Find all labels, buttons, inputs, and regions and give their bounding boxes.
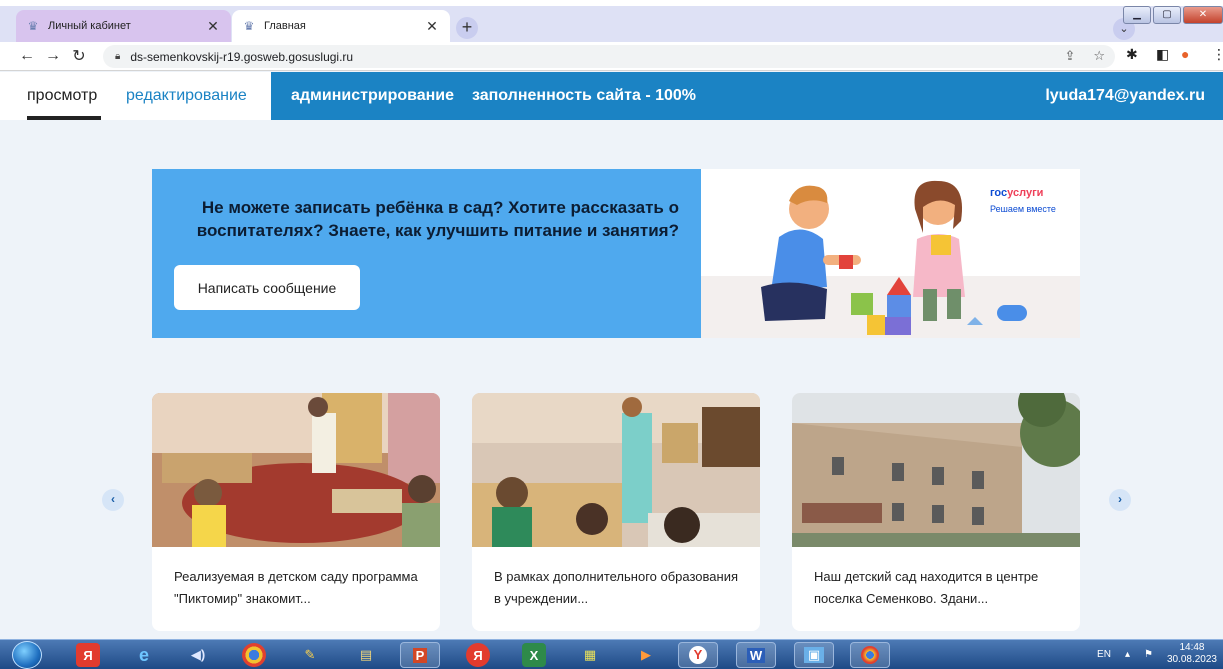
clock-time: 14:48 (1179, 642, 1205, 653)
user-account-link[interactable]: lyuda174@yandex.ru (1045, 87, 1205, 105)
site-admin-bar: просмотр редактирование администрировани… (0, 72, 1223, 120)
forward-icon[interactable]: → (40, 47, 66, 65)
tab-main[interactable]: ♛ Главная ✕ (232, 10, 450, 42)
window-controls: ▁ ▢ ✕ (1123, 6, 1223, 28)
action-center-flag-icon[interactable]: ⚑ (1144, 649, 1153, 660)
winrar-icon[interactable]: ▦ (578, 643, 602, 667)
news-card[interactable]: В рамках дополнительного образования в у… (472, 393, 760, 631)
news-card[interactable]: Реализуемая в детском саду программа "Пи… (152, 393, 440, 631)
close-tab-icon[interactable]: ✕ (424, 18, 440, 35)
clock-date: 30.08.2023 (1166, 654, 1217, 665)
tab-title: Личный кабинет (48, 20, 131, 32)
coat-of-arms-icon: ♛ (27, 19, 39, 33)
side-panel-icon[interactable]: ◧ (1156, 46, 1169, 63)
media-player-icon[interactable]: ◀) (186, 643, 210, 667)
paint-icon[interactable]: ✎ (298, 643, 322, 667)
powerpoint-icon[interactable]: P (400, 642, 440, 668)
extensions-icon[interactable]: ✱ (1126, 46, 1138, 63)
word-icon[interactable]: W (736, 642, 776, 668)
banner-text-panel: Не можете записать ребёнка в сад? Хотите… (152, 169, 701, 338)
tab-title: Главная (264, 20, 306, 32)
excel-icon[interactable]: X (522, 643, 546, 667)
file-explorer-icon[interactable]: ▤ (354, 643, 378, 667)
gosuslugi-tagline: Решаем вместе (990, 204, 1056, 214)
administration-link[interactable]: администрирование (291, 87, 454, 105)
url-text: ds-semenkovskij-r19.gosweb.gosuslugi.ru (130, 49, 354, 64)
banner-text: Не можете записать ребёнка в сад? Хотите… (196, 198, 679, 240)
gosuslugi-logo: госуслуги (990, 187, 1044, 199)
write-message-button[interactable]: Написать сообщение (174, 265, 360, 310)
yandex-icon[interactable]: Я (466, 643, 490, 667)
windows-taskbar: Я e ◀) ✎ ▤ P Я X ▦ ▶ Y W ▣ EN ▴ ⚑ 14:48 … (0, 639, 1223, 669)
feedback-banner: Не можете записать ребёнка в сад? Хотите… (152, 169, 1080, 338)
maximize-button[interactable]: ▢ (1153, 6, 1181, 24)
yandex-browser-icon[interactable]: Я (76, 643, 100, 667)
back-icon[interactable]: ← (14, 47, 40, 65)
edit-mode-tab[interactable]: редактирование (126, 87, 247, 105)
minimize-button[interactable]: ▁ (1123, 6, 1151, 24)
browser-toolbar: ← → ↻ 🔒︎ ds-semenkovskij-r19.gosweb.gosu… (0, 42, 1223, 71)
banner-illustration: госуслуги Решаем вместе (701, 169, 1080, 338)
mode-switch: просмотр редактирование (0, 72, 271, 120)
tray-expand-icon[interactable]: ▴ (1125, 649, 1130, 660)
profile-avatar-icon[interactable]: ● (1181, 46, 1189, 62)
yandex-app-icon[interactable]: Y (678, 642, 718, 668)
reload-icon[interactable]: ↻ (66, 46, 92, 66)
new-tab-button[interactable]: + (456, 17, 478, 39)
internet-explorer-icon[interactable]: e (132, 643, 156, 667)
news-caption: Наш детский сад находится в центре посел… (814, 569, 1039, 606)
chrome-active-icon[interactable] (850, 642, 890, 668)
system-tray: EN ▴ ⚑ 14:48 30.08.2023 (1097, 642, 1217, 666)
browser-tab-strip: ♛ Личный кабинет ✕ ♛ Главная ✕ + ⌄ ▁ ▢ ✕ (0, 0, 1223, 42)
active-tab-indicator (27, 116, 101, 120)
image-viewer-icon[interactable]: ▣ (794, 642, 834, 668)
carousel-next-button[interactable]: › (1109, 489, 1131, 511)
news-caption: В рамках дополнительного образования в у… (494, 569, 738, 606)
start-button[interactable] (12, 641, 42, 669)
share-icon[interactable]: ⇪ (1064, 48, 1075, 64)
tab-personal-cabinet[interactable]: ♛ Личный кабинет ✕ (16, 10, 231, 42)
language-indicator[interactable]: EN (1097, 649, 1111, 660)
news-card[interactable]: Наш детский сад находится в центре посел… (792, 393, 1080, 631)
news-photo-lesson (472, 393, 760, 547)
news-photo-classroom (152, 393, 440, 547)
bookmark-star-icon[interactable]: ☆ (1093, 48, 1105, 64)
lock-icon[interactable]: 🔒︎ (115, 51, 120, 62)
news-photo-building (792, 393, 1080, 547)
video-player-icon[interactable]: ▶ (634, 643, 658, 667)
chrome-icon[interactable] (242, 643, 266, 667)
address-bar[interactable]: 🔒︎ ds-semenkovskij-r19.gosweb.gosuslugi.… (103, 45, 1115, 68)
carousel-prev-button[interactable]: ‹ (102, 489, 124, 511)
news-caption: Реализуемая в детском саду программа "Пи… (174, 569, 418, 606)
view-mode-tab[interactable]: просмотр (27, 87, 97, 105)
close-tab-icon[interactable]: ✕ (205, 18, 221, 35)
coat-of-arms-icon: ♛ (243, 19, 255, 33)
site-fill-status[interactable]: заполненность сайта - 100% (472, 87, 696, 105)
close-window-button[interactable]: ✕ (1183, 6, 1223, 24)
clock[interactable]: 14:48 30.08.2023 (1167, 642, 1217, 666)
menu-kebab-icon[interactable]: ⋮ (1212, 46, 1223, 63)
